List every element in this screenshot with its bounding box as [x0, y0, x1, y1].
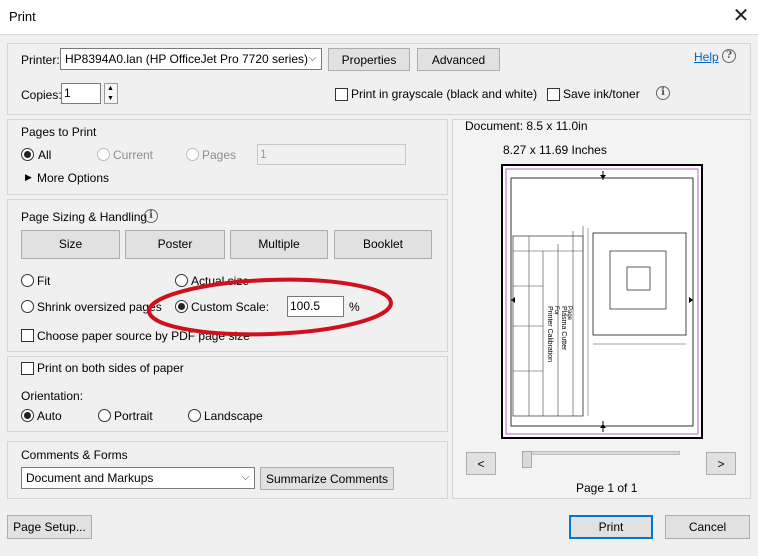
triangle-right-icon[interactable]: ▶	[25, 172, 32, 183]
current-page-radio[interactable]	[97, 148, 110, 161]
all-pages-radio[interactable]	[21, 148, 34, 161]
page-text-for: For	[553, 306, 559, 315]
prev-page-button[interactable]: <	[466, 452, 496, 475]
duplex-checkbox[interactable]	[21, 362, 34, 375]
tab-size[interactable]: Size	[21, 230, 120, 259]
copies-label: Copies:	[21, 88, 62, 102]
printer-label: Printer:	[21, 53, 60, 67]
help-icon[interactable]: ?	[722, 49, 736, 63]
page-sizing-heading: Page Sizing & Handling	[21, 210, 148, 224]
copies-input[interactable]: 1	[61, 83, 101, 104]
shrink-oversized-radio[interactable]	[21, 300, 34, 313]
document-size-label: Document: 8.5 x 11.0in	[465, 119, 588, 133]
next-page-button[interactable]: >	[706, 452, 736, 475]
fit-label: Fit	[37, 274, 51, 288]
page-preview: Plasma Cutter Printer Calibration Page F…	[501, 164, 703, 439]
page-slider-track[interactable]	[523, 451, 680, 455]
advanced-button[interactable]: Advanced	[417, 48, 500, 71]
tab-multiple[interactable]: Multiple	[230, 230, 328, 259]
pages-range-radio[interactable]	[186, 148, 199, 161]
stepper-down-icon[interactable]: ▼	[107, 94, 114, 104]
grayscale-label: Print in grayscale (black and white)	[351, 87, 538, 101]
tab-poster[interactable]: Poster	[125, 230, 225, 259]
pages-range-input[interactable]: 1	[257, 144, 406, 165]
chevron-down-icon: ⌵	[241, 472, 250, 483]
orientation-portrait-label: Portrait	[114, 409, 153, 423]
save-ink-label: Save ink/toner	[563, 87, 640, 101]
title-bar	[0, 0, 758, 34]
orientation-auto-label: Auto	[37, 409, 62, 423]
paper-source-checkbox[interactable]	[21, 329, 34, 342]
info-icon[interactable]: i	[144, 209, 158, 223]
page-preview-drawing: Plasma Cutter Printer Calibration Page F…	[505, 168, 699, 435]
annotation-ellipse	[147, 277, 393, 337]
page-text-calibration: Printer Calibration	[546, 306, 553, 362]
paper-size-label: 8.27 x 11.69 Inches	[503, 143, 607, 157]
summarize-comments-button[interactable]: Summarize Comments	[260, 467, 394, 490]
close-icon[interactable]: ✕	[730, 6, 752, 28]
orientation-auto-radio[interactable]	[21, 409, 34, 422]
cancel-button[interactable]: Cancel	[665, 515, 750, 539]
comments-forms-value: Document and Markups	[26, 471, 154, 485]
tab-booklet[interactable]: Booklet	[334, 230, 432, 259]
copies-stepper[interactable]: ▲ ▼	[104, 83, 118, 104]
page-text-plasma: Plasma Cutter	[560, 306, 567, 351]
orientation-heading: Orientation:	[21, 389, 84, 403]
print-button[interactable]: Print	[569, 515, 653, 539]
all-pages-label: All	[38, 148, 52, 162]
info-icon[interactable]: i	[656, 86, 670, 100]
more-options-toggle[interactable]: More Options	[37, 171, 109, 185]
help-link[interactable]: Help	[694, 50, 719, 64]
chevron-down-icon: ⌵	[308, 53, 317, 64]
page-indicator: Page 1 of 1	[576, 481, 638, 495]
grayscale-checkbox[interactable]	[335, 88, 348, 101]
orientation-portrait-radio[interactable]	[98, 409, 111, 422]
pages-to-print-heading: Pages to Print	[21, 125, 97, 139]
orientation-landscape-radio[interactable]	[188, 409, 201, 422]
printer-select[interactable]: HP8394A0.lan (HP OfficeJet Pro 7720 seri…	[60, 48, 322, 70]
properties-button[interactable]: Properties	[328, 48, 410, 71]
duplex-label: Print on both sides of paper	[37, 361, 184, 375]
current-page-label: Current	[113, 148, 154, 162]
shrink-oversized-label: Shrink oversized pages	[37, 300, 162, 314]
page-setup-button[interactable]: Page Setup...	[7, 515, 92, 539]
window-title: Print	[9, 9, 36, 24]
stepper-up-icon[interactable]: ▲	[107, 84, 114, 94]
page-text-page: Page	[566, 306, 572, 321]
save-ink-checkbox[interactable]	[547, 88, 560, 101]
comments-forms-select[interactable]: Document and Markups ⌵	[21, 467, 255, 489]
pages-range-label: Pages	[202, 148, 237, 162]
comments-forms-heading: Comments & Forms	[21, 448, 128, 462]
orientation-landscape-label: Landscape	[204, 409, 263, 423]
page-slider-handle[interactable]	[522, 451, 532, 468]
fit-radio[interactable]	[21, 274, 34, 287]
printer-select-value: HP8394A0.lan (HP OfficeJet Pro 7720 seri…	[65, 52, 309, 66]
